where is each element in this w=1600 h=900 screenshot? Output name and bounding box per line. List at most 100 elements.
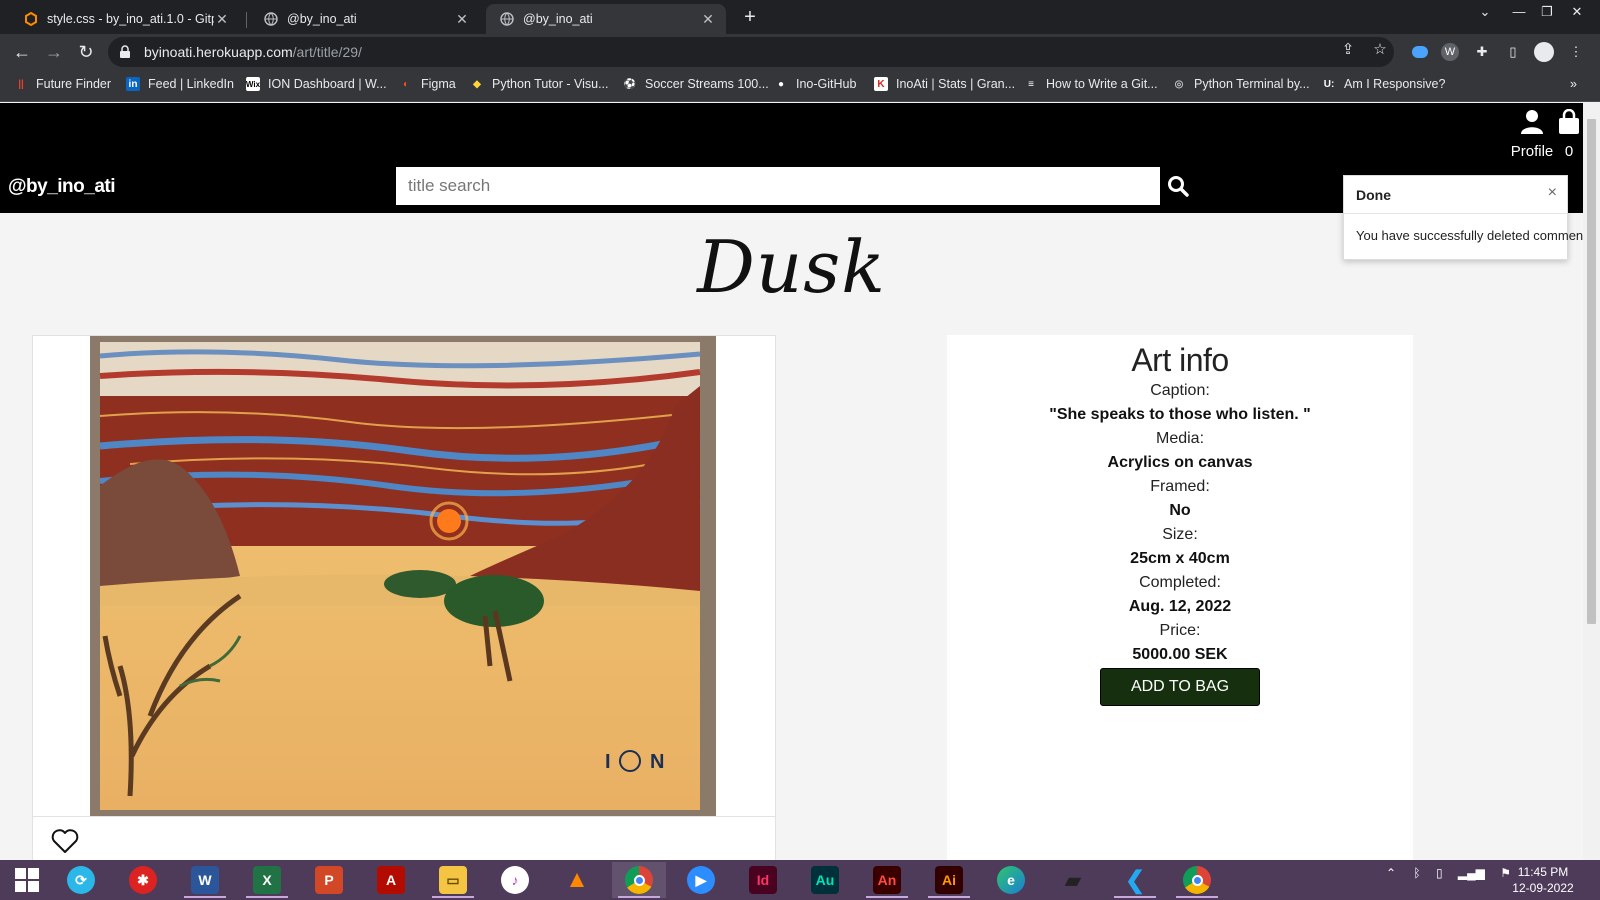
tab-gitpod[interactable]: style.css - by_ino_ati.1.0 - Gitpod ✕ <box>10 4 240 34</box>
bookmark-item[interactable]: ⚽ Soccer Streams 100... <box>623 77 769 91</box>
bookmark-item[interactable]: ◐ Figma <box>399 77 456 91</box>
taskbar-app[interactable]: Id <box>736 862 790 898</box>
acrobat-icon: A <box>377 866 405 894</box>
close-icon[interactable]: × <box>1548 184 1557 202</box>
add-to-bag-button[interactable]: ADD TO BAG <box>1100 668 1260 706</box>
artwork-painting-image[interactable]: I N <box>90 336 716 816</box>
vlc-icon: ▲ <box>565 866 589 893</box>
page-scrollbar[interactable] <box>1583 103 1600 860</box>
bookmark-item[interactable]: in Feed | LinkedIn <box>126 77 234 91</box>
ui-icon: U: <box>1323 78 1335 90</box>
taskbar-app[interactable]: ⟳ <box>54 862 108 898</box>
soccer-ball-icon: ⚽ <box>623 78 637 90</box>
windows-logo-icon <box>15 868 39 892</box>
taskbar-clock[interactable]: 11:45 PM 12-09-2022 <box>1506 864 1580 896</box>
battery-icon[interactable]: ▯ <box>1436 866 1443 880</box>
restore-button[interactable]: ❐ <box>1536 4 1558 20</box>
taskbar-app[interactable]: e <box>984 862 1038 898</box>
extension-cloud-icon[interactable] <box>1410 42 1430 62</box>
close-tab-icon[interactable]: ✕ <box>214 11 230 28</box>
profile-avatar-icon[interactable] <box>1534 42 1554 62</box>
svg-text:N: N <box>650 751 664 773</box>
extension-w-icon[interactable]: W <box>1440 42 1460 62</box>
bookmark-item[interactable]: ● Ino-GitHub <box>774 77 856 91</box>
globe-icon <box>500 12 514 26</box>
tab-by-ino-ati[interactable]: @by_ino_ati ✕ <box>250 4 480 34</box>
search-icon[interactable] <box>1166 174 1190 198</box>
toast-title: Done <box>1344 176 1567 214</box>
taskbar-app[interactable] <box>612 862 666 898</box>
back-icon[interactable]: ← <box>10 41 34 63</box>
share-icon[interactable]: ⇪ <box>1338 40 1358 58</box>
taskbar-app[interactable]: ✱ <box>116 862 170 898</box>
taskbar-app[interactable]: Au <box>798 862 852 898</box>
extensions-puzzle-icon[interactable]: ✚ <box>1472 42 1492 62</box>
address-bar[interactable]: byinoati.herokuapp.com/art/title/29/ <box>108 37 1394 67</box>
taskbar-app[interactable]: ▭ <box>426 862 480 898</box>
taskbar-app[interactable]: A <box>364 862 418 898</box>
forward-icon[interactable]: → <box>42 41 66 63</box>
tab-search-icon[interactable]: ⌄ <box>1474 4 1496 20</box>
close-tab-icon[interactable]: ✕ <box>700 11 716 28</box>
bluetooth-icon[interactable]: ᛒ <box>1413 866 1420 880</box>
chrome-icon <box>1183 866 1211 894</box>
taskbar-app[interactable]: ♪ <box>488 862 542 898</box>
search-input[interactable] <box>396 167 1160 205</box>
bag-count: 0 <box>1564 143 1574 160</box>
itunes-icon: ♪ <box>501 866 529 894</box>
side-panel-icon[interactable]: ▯ <box>1503 42 1523 62</box>
bookmark-item[interactable]: || Future Finder <box>14 77 111 91</box>
price-label: Price: <box>1159 622 1201 639</box>
browser-tab-strip: style.css - by_ino_ati.1.0 - Gitpod ✕ @b… <box>0 0 1600 34</box>
chrome-icon <box>625 866 653 894</box>
toast-notification: Done × You have successfully deleted com… <box>1343 175 1583 260</box>
linkedin-icon: in <box>126 77 140 91</box>
taskbar-app[interactable]: ▰ <box>1046 862 1100 898</box>
bookmark-star-icon[interactable]: ☆ <box>1370 40 1390 58</box>
sync-app-icon: ⟳ <box>67 866 95 894</box>
shopping-bag-link[interactable]: 0 <box>1554 108 1583 160</box>
animate-icon: An <box>873 866 901 894</box>
taskbar-app[interactable]: X <box>240 862 294 898</box>
file-explorer-icon: ▭ <box>439 866 467 894</box>
taskbar-app[interactable]: W <box>178 862 232 898</box>
scrollbar-thumb[interactable] <box>1587 119 1596 624</box>
minimize-button[interactable]: — <box>1508 4 1530 19</box>
taskbar-app[interactable]: P <box>302 862 356 898</box>
reload-icon[interactable]: ↻ <box>74 41 98 63</box>
size-label: Size: <box>1162 526 1198 543</box>
taskbar-app[interactable] <box>1170 862 1224 898</box>
edge-icon: e <box>997 866 1025 894</box>
bookmark-item[interactable]: ◎ Python Terminal by... <box>1172 77 1310 91</box>
network-icon[interactable]: ▂▄▆ <box>1458 866 1485 880</box>
url-host: byinoati.herokuapp.com <box>144 44 293 60</box>
new-tab-button[interactable]: + <box>738 6 762 29</box>
excel-icon: X <box>253 866 281 894</box>
bookmark-item[interactable]: Wix ION Dashboard | W... <box>246 77 387 91</box>
taskbar-app[interactable]: ▲ <box>550 862 604 898</box>
heart-icon[interactable] <box>51 828 79 854</box>
taskbar-app[interactable]: Ai <box>922 862 976 898</box>
bookmarks-overflow-icon[interactable]: » <box>1570 77 1577 91</box>
chevron-up-icon[interactable]: ⌃ <box>1386 866 1396 880</box>
bookmark-item[interactable]: ≡ How to Write a Git... <box>1024 77 1158 91</box>
taskbar-app[interactable]: An <box>860 862 914 898</box>
profile-link[interactable]: Profile <box>1504 109 1560 160</box>
tab-title: style.css - by_ino_ati.1.0 - Gitpod <box>47 12 214 26</box>
windows-start-button[interactable] <box>0 862 54 898</box>
browser-menu-icon[interactable]: ⋮ <box>1566 42 1586 62</box>
bookmark-item[interactable]: U: Am I Responsive? <box>1322 77 1446 91</box>
tab-by-ino-ati-active[interactable]: @by_ino_ati ✕ <box>486 4 726 34</box>
bookmark-item[interactable]: K InoAti | Stats | Gran... <box>874 77 1015 91</box>
close-tab-icon[interactable]: ✕ <box>454 11 470 28</box>
svg-text:I: I <box>605 751 611 773</box>
close-window-button[interactable]: ✕ <box>1566 4 1588 20</box>
python-icon: ◆ <box>473 78 481 90</box>
word-icon: W <box>191 866 219 894</box>
framed-value: No <box>1169 502 1191 519</box>
bookmark-item[interactable]: ◆ Python Tutor - Visu... <box>470 77 608 91</box>
toast-message: You have successfully deleted comment <box>1356 228 1583 243</box>
taskbar-app[interactable]: ▶ <box>674 862 728 898</box>
taskbar-app[interactable]: ❮ <box>1108 862 1162 898</box>
site-logo[interactable]: @by_ino_ati <box>8 176 116 198</box>
